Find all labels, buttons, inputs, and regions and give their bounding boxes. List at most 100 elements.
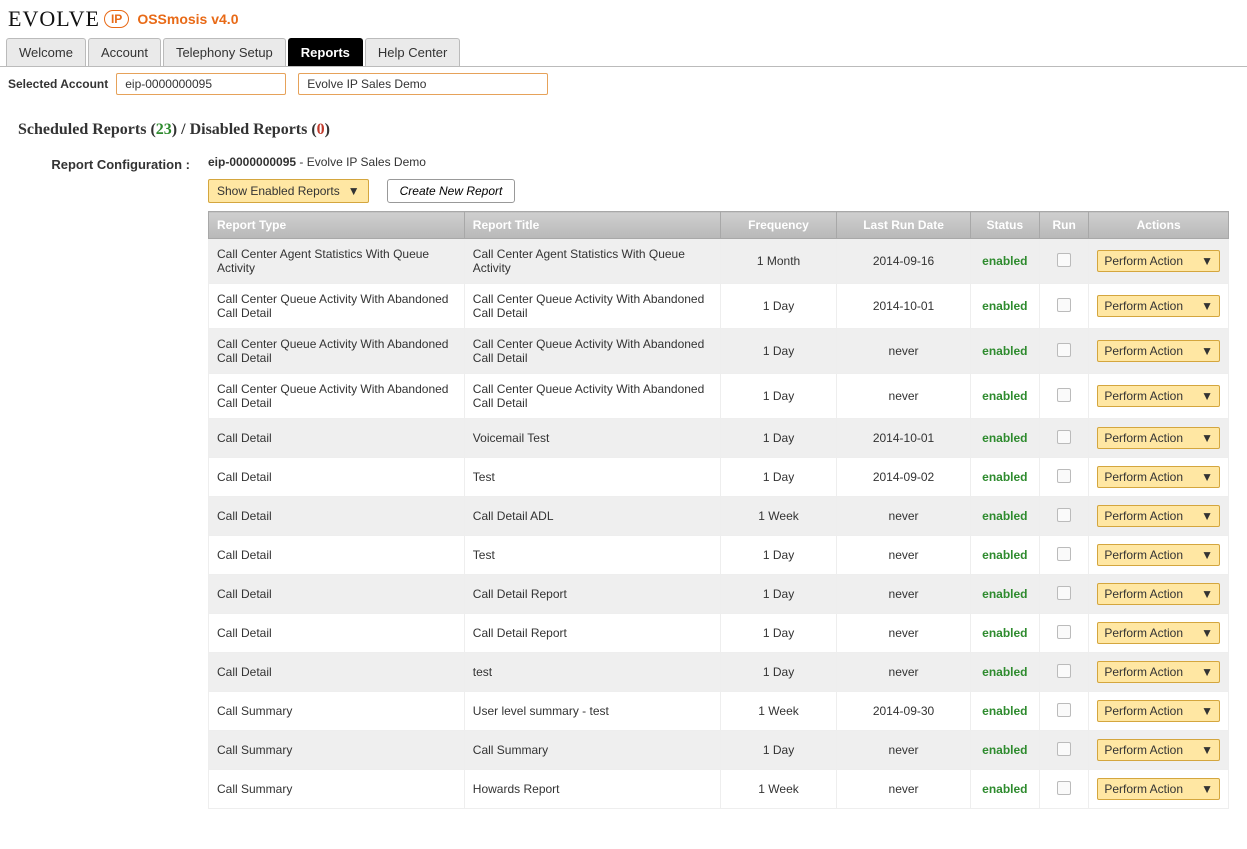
perform-action-dropdown[interactable]: Perform Action▼	[1097, 466, 1220, 488]
perform-action-dropdown[interactable]: Perform Action▼	[1097, 295, 1220, 317]
caret-down-icon: ▼	[1201, 704, 1213, 718]
run-checkbox[interactable]	[1057, 343, 1071, 357]
cell-report-type: Call Detail	[209, 575, 465, 614]
run-checkbox[interactable]	[1057, 430, 1071, 444]
cell-report-title: Call Detail ADL	[464, 497, 720, 536]
account-name-field[interactable]: Evolve IP Sales Demo	[298, 73, 548, 95]
table-row: Call DetailCall Detail ADL1 Weekneverena…	[209, 497, 1229, 536]
table-row: Call SummaryHowards Report1 Weekneverena…	[209, 770, 1229, 809]
cell-frequency: 1 Week	[720, 692, 837, 731]
cell-report-type: Call Detail	[209, 419, 465, 458]
perform-action-dropdown[interactable]: Perform Action▼	[1097, 778, 1220, 800]
caret-down-icon: ▼	[1201, 743, 1213, 757]
cell-report-type: Call Center Queue Activity With Abandone…	[209, 329, 465, 374]
brand-ip-badge: IP	[104, 10, 129, 28]
config-account-heading: eip-0000000095 - Evolve IP Sales Demo	[208, 155, 1229, 169]
perform-action-dropdown[interactable]: Perform Action ▼	[1097, 250, 1220, 272]
perform-action-dropdown[interactable]: Perform Action▼	[1097, 622, 1220, 644]
status-badge: enabled	[982, 587, 1027, 601]
cell-frequency: 1 Day	[720, 536, 837, 575]
col-actions[interactable]: Actions	[1089, 212, 1229, 239]
cell-last-run-date: never	[837, 329, 970, 374]
run-checkbox[interactable]	[1057, 781, 1071, 795]
perform-action-label: Perform Action	[1104, 665, 1183, 679]
perform-action-label: Perform Action	[1104, 254, 1183, 268]
perform-action-label: Perform Action	[1104, 299, 1183, 313]
run-checkbox[interactable]	[1057, 703, 1071, 717]
cell-last-run-date: never	[837, 614, 970, 653]
perform-action-label: Perform Action	[1104, 743, 1183, 757]
col-last-run-date[interactable]: Last Run Date	[837, 212, 970, 239]
status-badge: enabled	[982, 344, 1027, 358]
tab-welcome[interactable]: Welcome	[6, 38, 86, 66]
perform-action-label: Perform Action	[1104, 389, 1183, 403]
status-badge: enabled	[982, 470, 1027, 484]
cell-report-title: Voicemail Test	[464, 419, 720, 458]
cell-report-title: Call Summary	[464, 731, 720, 770]
status-badge: enabled	[982, 626, 1027, 640]
filter-reports-dropdown[interactable]: Show Enabled Reports ▼	[208, 179, 369, 203]
run-checkbox[interactable]	[1057, 298, 1071, 312]
table-row: Call DetailTest1 DayneverenabledPerform …	[209, 536, 1229, 575]
cell-frequency: 1 Day	[720, 614, 837, 653]
cell-report-title: Howards Report	[464, 770, 720, 809]
perform-action-dropdown[interactable]: Perform Action ▼	[1097, 739, 1220, 761]
run-checkbox[interactable]	[1057, 586, 1071, 600]
cell-report-type: Call Summary	[209, 770, 465, 809]
run-checkbox[interactable]	[1057, 625, 1071, 639]
perform-action-dropdown[interactable]: Perform Action▼	[1097, 700, 1220, 722]
cell-last-run-date: never	[837, 575, 970, 614]
perform-action-dropdown[interactable]: Perform Action▼	[1097, 340, 1220, 362]
status-badge: enabled	[982, 431, 1027, 445]
account-id-field[interactable]: eip-0000000095	[116, 73, 286, 95]
tab-telephony-setup[interactable]: Telephony Setup	[163, 38, 286, 66]
run-checkbox[interactable]	[1057, 388, 1071, 402]
table-row: Call DetailCall Detail Report1 Daynevere…	[209, 575, 1229, 614]
cell-report-type: Call Detail	[209, 653, 465, 692]
table-row: Call Center Agent Statistics With Queue …	[209, 239, 1229, 284]
run-checkbox[interactable]	[1057, 664, 1071, 678]
perform-action-dropdown[interactable]: Perform Action▼	[1097, 427, 1220, 449]
perform-action-dropdown[interactable]: Perform Action▼	[1097, 385, 1220, 407]
status-badge: enabled	[982, 548, 1027, 562]
caret-down-icon: ▼	[1201, 587, 1213, 601]
tab-reports[interactable]: Reports	[288, 38, 363, 66]
col-run[interactable]: Run	[1040, 212, 1089, 239]
run-checkbox[interactable]	[1057, 547, 1071, 561]
logo-row: EVOLVE IP OSSmosis v4.0	[0, 0, 1247, 32]
col-status[interactable]: Status	[970, 212, 1039, 239]
run-checkbox[interactable]	[1057, 253, 1071, 267]
caret-down-icon: ▼	[1201, 254, 1213, 268]
run-checkbox[interactable]	[1057, 469, 1071, 483]
caret-down-icon: ▼	[1201, 548, 1213, 562]
perform-action-dropdown[interactable]: Perform Action ▼	[1097, 583, 1220, 605]
run-checkbox[interactable]	[1057, 742, 1071, 756]
disabled-reports-count: 0	[317, 121, 325, 138]
caret-down-icon: ▼	[1201, 626, 1213, 640]
cell-report-title: test	[464, 653, 720, 692]
tab-help-center[interactable]: Help Center	[365, 38, 460, 66]
perform-action-label: Perform Action	[1104, 470, 1183, 484]
cell-frequency: 1 Day	[720, 284, 837, 329]
perform-action-label: Perform Action	[1104, 587, 1183, 601]
caret-down-icon: ▼	[1201, 431, 1213, 445]
perform-action-dropdown[interactable]: Perform Action▼	[1097, 661, 1220, 683]
cell-frequency: 1 Week	[720, 770, 837, 809]
table-row: Call Center Queue Activity With Abandone…	[209, 374, 1229, 419]
reports-table: Report Type Report Title Frequency Last …	[208, 211, 1229, 809]
perform-action-dropdown[interactable]: Perform Action▼	[1097, 544, 1220, 566]
col-report-type[interactable]: Report Type	[209, 212, 465, 239]
status-badge: enabled	[982, 665, 1027, 679]
main-tabs: WelcomeAccountTelephony SetupReportsHelp…	[0, 38, 1247, 67]
tab-account[interactable]: Account	[88, 38, 161, 66]
table-row: Call Detailtest1 DayneverenabledPerform …	[209, 653, 1229, 692]
col-report-title[interactable]: Report Title	[464, 212, 720, 239]
status-badge: enabled	[982, 509, 1027, 523]
filter-reports-label: Show Enabled Reports	[217, 184, 340, 198]
cell-report-title: Call Center Agent Statistics With Queue …	[464, 239, 720, 284]
create-new-report-button[interactable]: Create New Report	[387, 179, 516, 203]
run-checkbox[interactable]	[1057, 508, 1071, 522]
perform-action-dropdown[interactable]: Perform Action▼	[1097, 505, 1220, 527]
col-frequency[interactable]: Frequency	[720, 212, 837, 239]
cell-report-type: Call Summary	[209, 692, 465, 731]
